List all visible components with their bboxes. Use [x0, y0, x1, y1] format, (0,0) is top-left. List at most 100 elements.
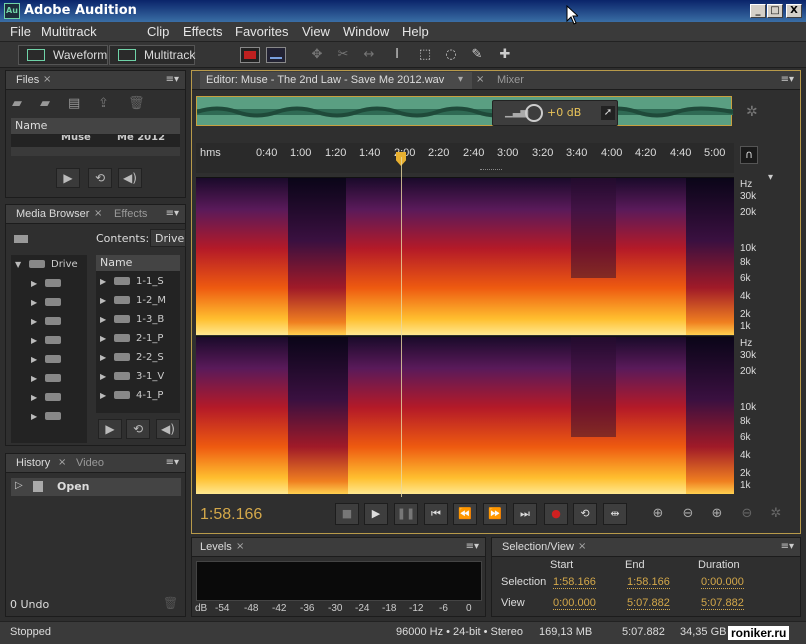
media-browser-tab[interactable]: Media Browser — [16, 208, 89, 220]
files-tab-close-icon[interactable]: × — [43, 74, 51, 85]
view-start-field[interactable]: 0:00.000 — [553, 597, 596, 610]
delete-file-icon[interactable]: 🗑 — [128, 96, 145, 111]
menu-window[interactable]: Window — [343, 24, 389, 39]
media-file-item[interactable]: ▶ 2-2_S — [96, 348, 180, 367]
waveform-view-button[interactable]: Waveform — [18, 45, 108, 65]
time-ruler[interactable]: hms 0:40 1:00 1:20 1:40 2:00 2:20 2:40 3… — [196, 143, 734, 173]
drive-root-item[interactable]: ▼ Drive — [11, 255, 87, 274]
menu-multitrack[interactable]: Multitrack — [41, 24, 97, 39]
levels-tab-close-icon[interactable]: × — [236, 541, 244, 552]
spectral-pitch-toggle[interactable] — [266, 47, 286, 63]
media-tab-close-icon[interactable]: × — [94, 208, 102, 219]
editor-tab-dropdown-icon[interactable]: ▾ — [458, 74, 463, 85]
zoom-out-amplitude-icon[interactable]: ⊖ — [678, 505, 698, 523]
editor-tab[interactable]: Editor: Muse - The 2nd Law - Save Me 201… — [206, 74, 444, 86]
drive-item[interactable]: ▶ — [11, 331, 87, 350]
files-panel-menu-icon[interactable]: ≡▾ — [166, 74, 179, 85]
media-file-item[interactable]: ▶ 2-1_P — [96, 329, 180, 348]
spot-healing-tool-icon[interactable]: ✚ — [496, 47, 514, 63]
media-file-item[interactable]: ▶ 4-1_P — [96, 386, 180, 405]
drive-item[interactable]: ▶ — [11, 350, 87, 369]
spectrogram-left[interactable] — [196, 177, 734, 335]
selection-tab-close-icon[interactable]: × — [578, 541, 586, 552]
menu-view[interactable]: View — [302, 24, 330, 39]
contents-dropdown[interactable]: Drives — [150, 229, 186, 247]
file-row-name[interactable]: Muse — [61, 135, 91, 143]
previous-button[interactable]: ⏮ — [424, 503, 448, 525]
zoom-out-full-icon[interactable]: ⊖ — [737, 505, 757, 523]
minimize-button[interactable]: _ — [750, 4, 766, 18]
files-column-name[interactable]: Name — [11, 118, 180, 135]
overview-waveform[interactable] — [196, 96, 734, 126]
import-file-icon[interactable]: ▰ — [40, 96, 50, 111]
spectral-frequency-toggle[interactable] — [240, 47, 260, 63]
files-play-button[interactable]: ▶ — [56, 168, 80, 188]
levels-panel-menu-icon[interactable]: ≡▾ — [466, 541, 479, 552]
play-button[interactable]: ▶ — [364, 503, 388, 525]
selection-duration-field[interactable]: 0:00.000 — [701, 576, 744, 589]
selection-end-field[interactable]: 1:58.166 — [627, 576, 670, 589]
rewind-button[interactable]: ⏪ — [453, 503, 477, 525]
files-scrollbar[interactable] — [11, 147, 180, 156]
open-file-icon[interactable]: ▰ — [12, 96, 22, 111]
razor-tool-icon[interactable]: ✂ — [334, 47, 352, 63]
effects-tab[interactable]: Effects — [114, 208, 147, 220]
maximize-button[interactable]: □ — [767, 4, 783, 18]
drive-item[interactable]: ▶ — [11, 407, 87, 426]
drive-item[interactable]: ▶ — [11, 369, 87, 388]
loop-playback-button[interactable]: ⟲ — [573, 503, 597, 525]
multitrack-view-button[interactable]: Multitrack — [109, 45, 195, 65]
skip-selection-button[interactable]: ⇹ — [603, 503, 627, 525]
menu-effects[interactable]: Effects — [183, 24, 223, 39]
history-tab[interactable]: History — [16, 457, 50, 469]
new-file-icon[interactable]: ▤ — [68, 96, 80, 111]
zoom-in-amplitude-icon[interactable]: ⊕ — [648, 505, 668, 523]
video-tab[interactable]: Video — [76, 457, 104, 469]
mixer-tab[interactable]: Mixer — [497, 74, 524, 86]
media-column-name[interactable]: Name — [96, 255, 180, 272]
slip-tool-icon[interactable]: ↔ — [360, 47, 378, 63]
files-loop-button[interactable]: ⟲ — [88, 168, 112, 188]
drive-item[interactable]: ▶ — [11, 388, 87, 407]
selection-start-field[interactable]: 1:58.166 — [553, 576, 596, 589]
media-file-item[interactable]: ▶ 1-1_S — [96, 272, 180, 291]
editor-tab-close-icon[interactable]: × — [476, 74, 484, 85]
hud-pin-icon[interactable]: ➚ — [601, 106, 615, 120]
menu-help[interactable]: Help — [402, 24, 429, 39]
media-file-item[interactable]: ▶ 1-2_M — [96, 291, 180, 310]
media-file-item[interactable]: ▶ 3-1_V — [96, 367, 180, 386]
insert-multitrack-icon[interactable]: ⇪ — [98, 96, 109, 111]
menu-file[interactable]: File — [10, 24, 31, 39]
history-item[interactable]: ▷ Open — [11, 478, 181, 496]
spectrogram-right[interactable] — [196, 336, 734, 494]
scale-menu-icon[interactable]: ▾ — [768, 172, 773, 183]
drive-item[interactable]: ▶ — [11, 274, 87, 293]
drive-item[interactable]: ▶ — [11, 293, 87, 312]
fast-forward-button[interactable]: ⏩ — [483, 503, 507, 525]
media-panel-menu-icon[interactable]: ≡▾ — [166, 208, 179, 219]
record-button[interactable]: ● — [544, 503, 568, 525]
gain-value[interactable]: +0 dB — [547, 106, 581, 119]
menu-clip[interactable]: Clip — [147, 24, 169, 39]
pause-button[interactable]: ❚❚ — [394, 503, 418, 525]
lasso-tool-icon[interactable]: ◌ — [442, 47, 460, 63]
brush-tool-icon[interactable]: ✎ — [468, 47, 486, 63]
editor-panel-menu-icon[interactable]: ≡▾ — [781, 74, 794, 85]
files-tab[interactable]: Files — [16, 74, 39, 86]
zoom-selection-icon[interactable]: ✲ — [766, 505, 786, 523]
stop-button[interactable]: ■ — [335, 503, 359, 525]
view-end-field[interactable]: 5:07.882 — [627, 597, 670, 610]
clear-history-icon[interactable]: 🗑 — [163, 596, 178, 610]
next-button[interactable]: ⏭ — [513, 503, 537, 525]
view-duration-field[interactable]: 5:07.882 — [701, 597, 744, 610]
snap-magnet-icon[interactable]: ∩ — [740, 146, 758, 164]
media-autoplay-button[interactable]: ◀) — [156, 419, 180, 439]
selection-panel-menu-icon[interactable]: ≡▾ — [781, 541, 794, 552]
levels-tab[interactable]: Levels — [200, 541, 232, 553]
gain-knob[interactable] — [525, 104, 543, 122]
ruler-grip[interactable] — [480, 169, 502, 172]
media-play-button[interactable]: ▶ — [98, 419, 122, 439]
history-panel-menu-icon[interactable]: ≡▾ — [166, 457, 179, 468]
time-selection-tool-icon[interactable]: I — [388, 47, 406, 63]
history-tab-close-icon[interactable]: × — [58, 457, 66, 468]
